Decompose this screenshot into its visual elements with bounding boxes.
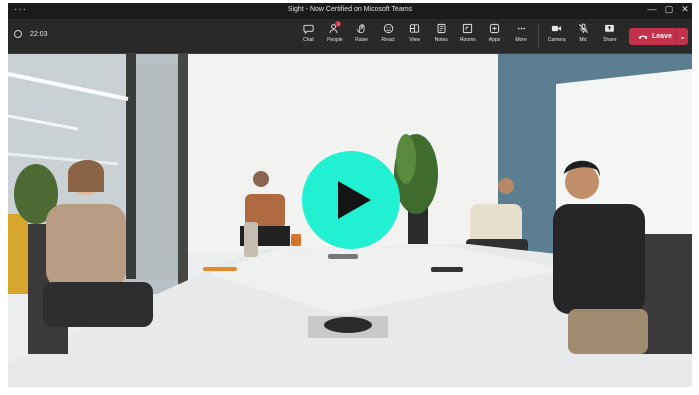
hand-icon [356,24,365,34]
chat-button[interactable]: Chat [295,23,322,47]
maximize-button[interactable]: ▢ [662,4,676,15]
teams-meeting-window: ··· Sight - Now Certified on Micosoft Te… [8,3,692,387]
more-button[interactable]: More [508,23,535,47]
apps-label: Apps [488,37,501,43]
view-button[interactable]: View [401,23,428,47]
camera-button[interactable]: Camera [543,23,570,47]
camera-label: Camera [547,37,566,43]
react-label: React [381,37,395,43]
play-button[interactable] [302,151,400,249]
raise-hand-button[interactable]: Raise [348,23,375,47]
shield-icon [14,30,22,38]
share-button[interactable]: Share [597,23,624,47]
chat-icon [303,24,314,34]
meeting-controls: Chat 1 People Raise React View Notes Roo… [295,21,624,47]
timer-text: 22:03 [30,30,48,38]
rooms-label: Rooms [459,37,476,43]
apps-icon [489,23,500,34]
leave-button[interactable]: Leave ⌄ [629,28,688,45]
meeting-timer: 22:03 [14,30,48,38]
more-label: More [515,37,527,43]
view-icon [410,24,420,33]
title-bar: ··· Sight - Now Certified on Micosoft Te… [8,3,692,19]
people-button[interactable]: 1 People [322,21,349,47]
share-label: Share [603,37,617,43]
mic-muted-icon [578,23,588,34]
share-icon [605,24,615,32]
leave-label: Leave [652,33,672,40]
smile-icon [383,23,393,34]
notes-button[interactable]: Notes [428,23,455,47]
meeting-toolbar: 22:03 Chat 1 People Raise React View Not… [8,19,692,54]
more-icon [517,27,525,30]
minimize-button[interactable]: — [645,4,659,14]
phone-hangup-icon [638,35,648,39]
raise-label: Raise [355,37,368,43]
chat-label: Chat [303,37,314,43]
rooms-icon [463,23,473,34]
notes-icon [437,23,446,34]
meeting-video-stage [8,54,692,387]
mic-label: Mic [579,37,588,43]
react-button[interactable]: React [375,23,402,47]
camera-icon [552,25,562,32]
mic-button[interactable]: Mic [570,23,597,47]
view-label: View [409,37,421,43]
rooms-button[interactable]: Rooms [455,23,482,47]
people-count-badge: 1 [335,21,342,27]
leave-options-chevron[interactable]: ⌄ [677,33,688,41]
toolbar-divider [538,25,540,47]
notes-label: Notes [434,37,448,43]
people-label: People [327,37,343,43]
window-title: Sight - Now Certified on Micosoft Teams [287,6,413,13]
close-button[interactable]: ✕ [678,4,692,15]
play-icon [337,181,371,219]
apps-button[interactable]: Apps [481,23,508,47]
